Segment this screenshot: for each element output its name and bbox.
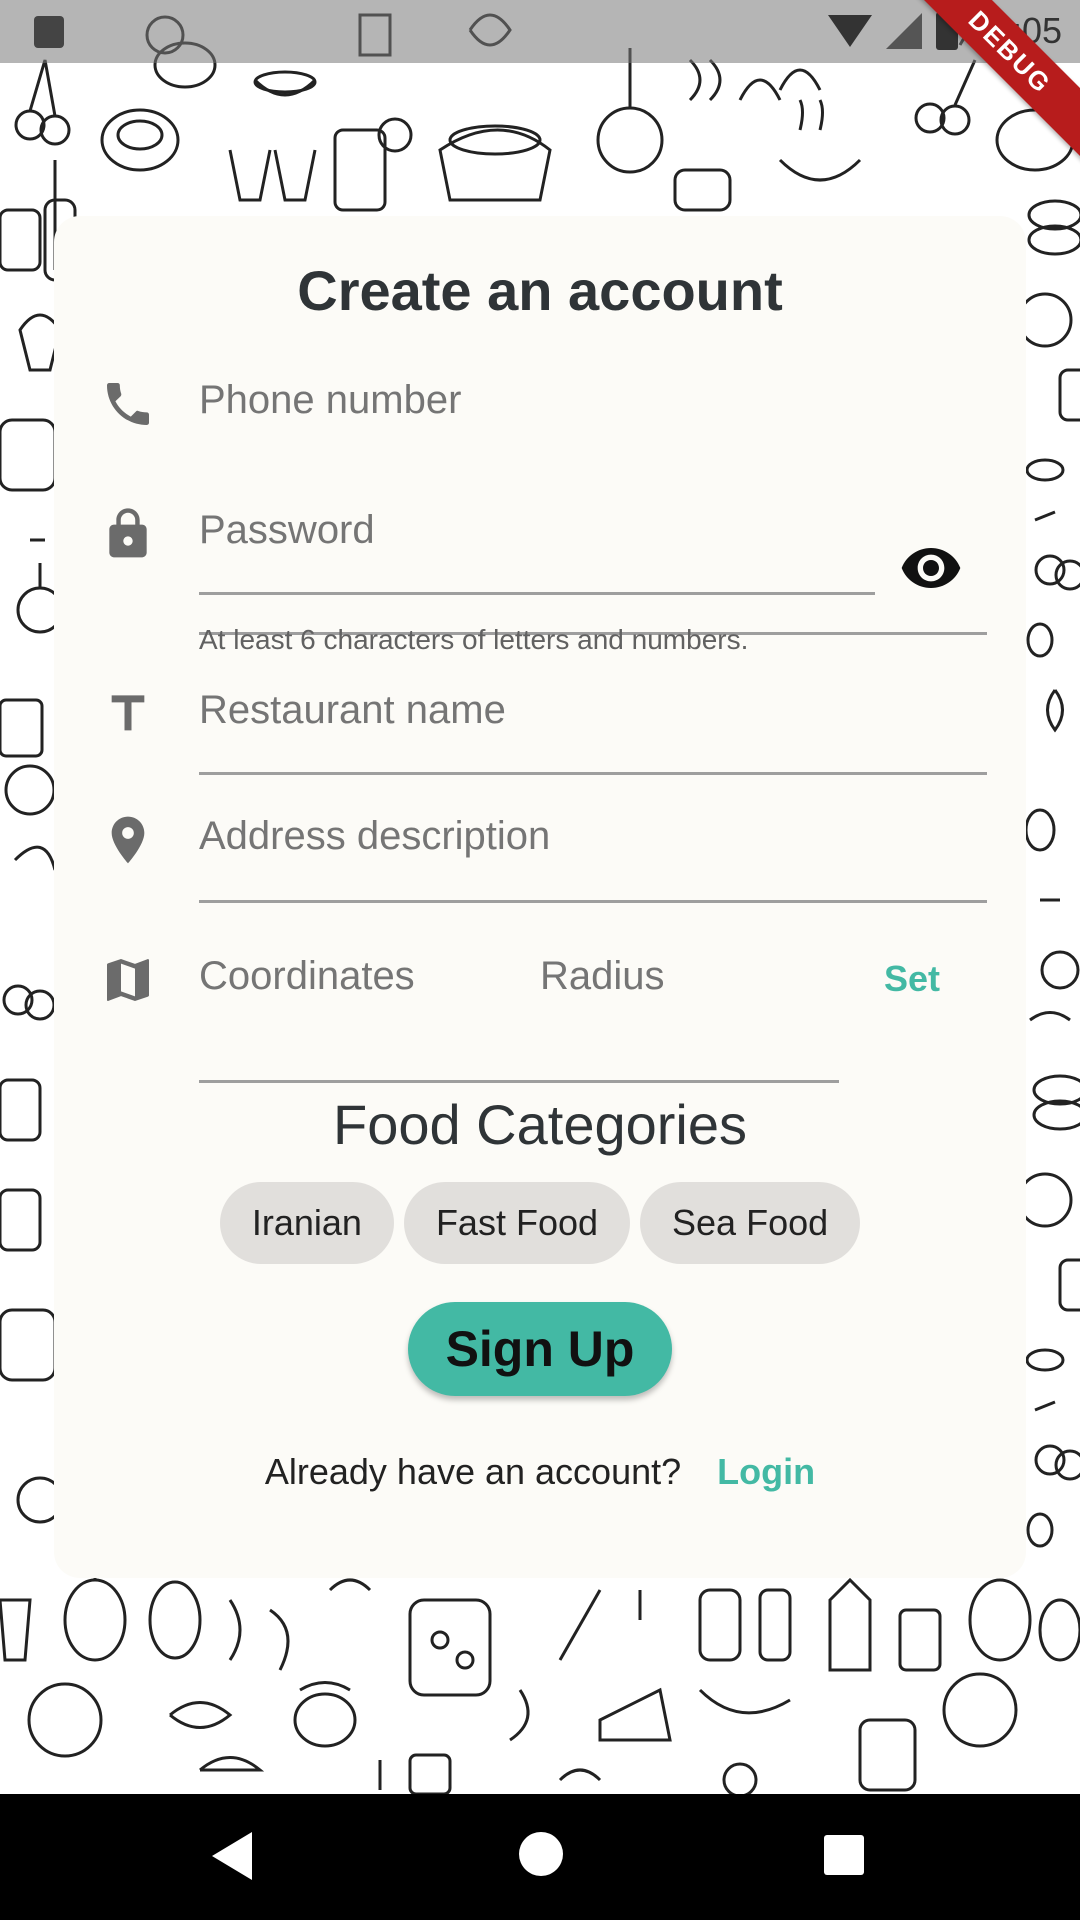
set-location-button[interactable]: Set [884, 958, 940, 1000]
coordinates-input[interactable]: Coordinates [199, 954, 415, 999]
password-input[interactable]: Password [199, 508, 375, 553]
wifi-icon [827, 15, 872, 47]
location-pin-icon [100, 812, 156, 868]
restaurant-input[interactable]: Restaurant name [199, 688, 506, 733]
radius-input[interactable]: Radius [540, 954, 665, 999]
back-icon[interactable] [212, 1832, 252, 1880]
password-field[interactable]: Password At least 6 characters of letter… [54, 506, 1026, 706]
restaurant-underline [199, 772, 987, 775]
lock-icon [100, 506, 156, 562]
chip-sea-food[interactable]: Sea Food [640, 1182, 861, 1264]
signal-icon [885, 13, 922, 49]
sign-up-button[interactable]: Sign Up [408, 1302, 672, 1396]
address-input[interactable]: Address description [199, 814, 550, 859]
signup-card: Create an account Phone number Password … [54, 216, 1026, 1578]
map-icon [100, 952, 156, 1008]
chip-iranian[interactable]: Iranian [219, 1182, 394, 1264]
category-chips: Iranian Fast Food Sea Food [54, 1182, 1026, 1264]
home-icon[interactable] [519, 1832, 563, 1876]
phone-input[interactable]: Phone number [199, 378, 461, 423]
location-field[interactable]: Coordinates Radius Set [54, 952, 1026, 1092]
password-underline [199, 592, 875, 595]
recent-apps-icon[interactable] [824, 1835, 864, 1875]
login-question: Already have an account? [264, 1451, 682, 1492]
text-icon [100, 686, 156, 742]
navigation-bar [0, 1794, 1080, 1920]
password-hint: At least 6 characters of letters and num… [199, 624, 749, 655]
location-underline [199, 1080, 839, 1083]
food-categories-title: Food Categories [332, 1093, 747, 1156]
phone-icon [100, 376, 156, 432]
phone-field[interactable]: Phone number [54, 376, 1026, 635]
login-link[interactable]: Login [717, 1451, 815, 1493]
notification-icon [34, 16, 64, 48]
restaurant-field[interactable]: Restaurant name [54, 686, 1026, 806]
status-bar: 10:05 [0, 0, 1080, 63]
page-title: Create an account [297, 259, 783, 322]
address-field[interactable]: Address description [54, 812, 1026, 932]
address-underline [199, 900, 987, 903]
eye-icon[interactable] [899, 536, 963, 600]
login-prompt: Already have an account? Login [54, 1451, 1026, 1493]
chip-fast-food[interactable]: Fast Food [403, 1182, 631, 1264]
